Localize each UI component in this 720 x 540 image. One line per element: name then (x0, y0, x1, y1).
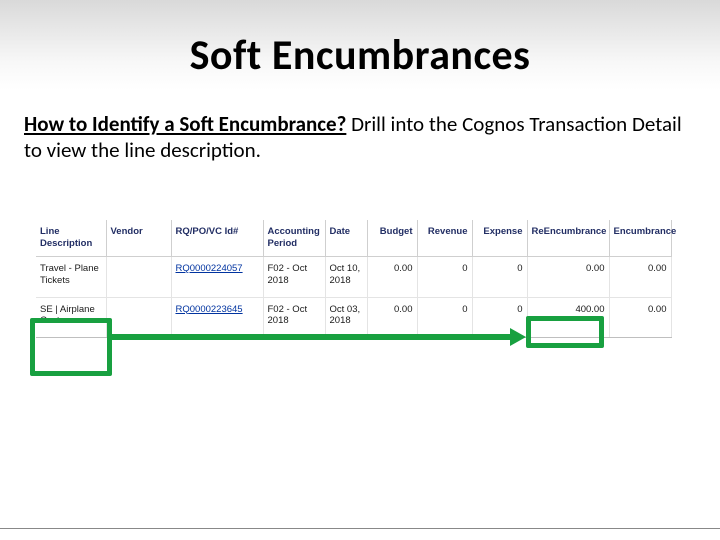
cell-rq-link[interactable]: RQ0000223645 (171, 297, 263, 338)
body-text: How to Identify a Soft Encumbrance? Dril… (24, 111, 696, 164)
cell-revenue: 0 (417, 256, 472, 297)
col-accounting-period: Accounting Period (263, 220, 325, 256)
cell-date: Oct 10, 2018 (325, 256, 367, 297)
cell-budget: 0.00 (367, 297, 417, 338)
cell-vendor (106, 256, 171, 297)
col-budget: Budget (367, 220, 417, 256)
col-expense: Expense (472, 220, 527, 256)
cell-revenue: 0 (417, 297, 472, 338)
body-lead: How to Identify a Soft Encumbrance? (24, 111, 346, 137)
cell-budget: 0.00 (367, 256, 417, 297)
cell-accounting-period: F02 - Oct 2018 (263, 297, 325, 338)
col-vendor: Vendor (106, 220, 171, 256)
cell-expense: 0 (472, 256, 527, 297)
col-rq-po-vc-id: RQ/PO/VC Id# (171, 220, 263, 256)
col-line-description: Line Description (36, 220, 106, 256)
col-encumbrance: Encumbrance (609, 220, 671, 256)
cell-line-description: Travel - Plane Tickets (36, 256, 106, 297)
cell-rq-link[interactable]: RQ0000224057 (171, 256, 263, 297)
col-revenue: Revenue (417, 220, 472, 256)
cell-date: Oct 03, 2018 (325, 297, 367, 338)
table-row: Travel - Plane Tickets RQ0000224057 F02 … (36, 256, 671, 297)
cell-encumbrance: 0.00 (609, 297, 671, 338)
col-date: Date (325, 220, 367, 256)
highlight-reencumbrance-box (526, 316, 604, 348)
cell-encumbrance: 0.00 (609, 256, 671, 297)
cell-accounting-period: F02 - Oct 2018 (263, 256, 325, 297)
cell-vendor (106, 297, 171, 338)
page-title: Soft Encumbrances (0, 0, 720, 101)
table-header-row: Line Description Vendor RQ/PO/VC Id# Acc… (36, 220, 671, 256)
highlight-arrow (112, 334, 514, 340)
footer-divider (0, 528, 720, 529)
col-reencumbrance: ReEncumbrance (527, 220, 609, 256)
highlight-line-description-box (30, 318, 112, 376)
cell-reencumbrance: 0.00 (527, 256, 609, 297)
